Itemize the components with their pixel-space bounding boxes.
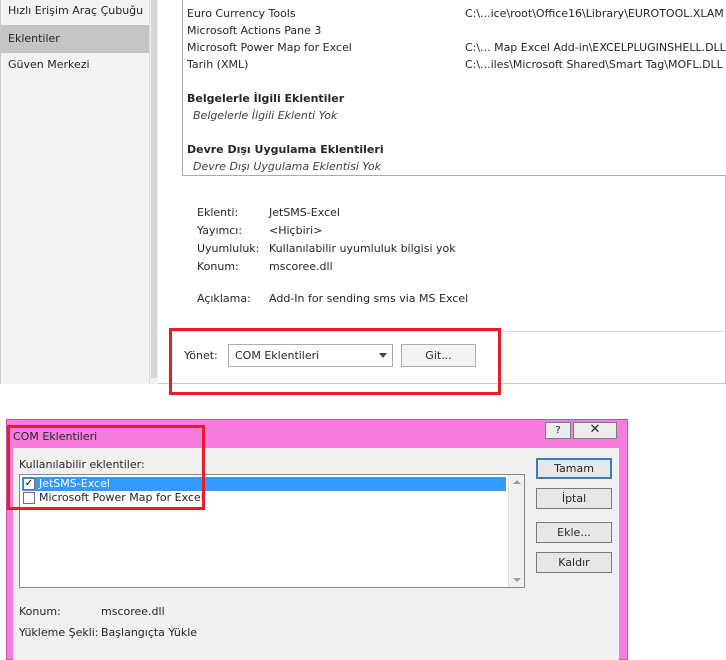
dialog-load-behavior: Yükleme Şekli: Başlangıçta Yükle bbox=[19, 626, 197, 639]
document-addins-empty: Belgelerle İlgili Eklenti Yok bbox=[193, 109, 338, 122]
list-item[interactable]: Microsoft Power Map for Excel C:\... Map… bbox=[187, 41, 726, 57]
detail-description: Açıklama: Add-In for sending sms via MS … bbox=[197, 292, 468, 305]
detail-compatibility: Uyumluluk: Kullanılabilir uyumluluk bilg… bbox=[197, 242, 456, 255]
nav-item-addins[interactable]: Eklentiler bbox=[1, 25, 149, 53]
addin-path: C:\...ice\root\Office16\Library\EUROTOOL… bbox=[465, 7, 724, 20]
addin-name: Microsoft Actions Pane 3 bbox=[187, 24, 322, 37]
detail-label: Açıklama: bbox=[197, 292, 251, 305]
nav-scrollbar[interactable] bbox=[149, 0, 158, 384]
dialog-location: Konum: mscoree.dll bbox=[19, 605, 165, 618]
addin-list: Euro Currency Tools C:\...ice\root\Offic… bbox=[182, 0, 726, 176]
options-nav: Hızlı Erişim Araç Çubuğu Eklentiler Güve… bbox=[1, 0, 149, 384]
listbox-scrollbar[interactable] bbox=[508, 475, 524, 587]
nav-item-quick-access-toolbar[interactable]: Hızlı Erişim Araç Çubuğu bbox=[1, 0, 149, 25]
remove-button[interactable]: Kaldır bbox=[536, 552, 612, 573]
addin-path: C:\...iles\Microsoft Shared\Smart Tag\MO… bbox=[465, 58, 723, 71]
info-label: Yükleme Şekli: bbox=[19, 626, 99, 639]
close-button[interactable]: ✕ bbox=[573, 422, 617, 439]
info-label: Konum: bbox=[19, 605, 61, 618]
nav-scrollbar-thumb[interactable] bbox=[151, 0, 157, 378]
cancel-button[interactable]: İptal bbox=[536, 488, 612, 509]
addin-name: Microsoft Power Map for Excel bbox=[187, 41, 352, 54]
detail-addin: Eklenti: JetSMS-Excel bbox=[197, 206, 340, 219]
list-item[interactable]: Tarih (XML) C:\...iles\Microsoft Shared\… bbox=[187, 58, 723, 74]
addin-path: C:\... Map Excel Add-in\EXCELPLUGINSHELL… bbox=[465, 41, 726, 54]
detail-label: Konum: bbox=[197, 260, 239, 273]
list-item[interactable]: Euro Currency Tools C:\...ice\root\Offic… bbox=[187, 7, 724, 23]
list-item[interactable]: Microsoft Actions Pane 3 bbox=[187, 24, 321, 40]
highlight-box-available-addins bbox=[7, 425, 205, 510]
info-value: mscoree.dll bbox=[101, 605, 165, 618]
info-value: Başlangıçta Yükle bbox=[101, 626, 198, 639]
nav-item-trust-center[interactable]: Güven Merkezi bbox=[1, 53, 149, 81]
detail-label: Eklenti: bbox=[197, 206, 239, 219]
detail-label: Yayımcı: bbox=[197, 224, 243, 237]
detail-value: Kullanılabilir uyumluluk bilgisi yok bbox=[269, 242, 456, 255]
add-button[interactable]: Ekle... bbox=[536, 522, 612, 543]
detail-location: Konum: mscoree.dll bbox=[197, 260, 333, 273]
detail-value: JetSMS-Excel bbox=[269, 206, 340, 219]
addin-name: Euro Currency Tools bbox=[187, 7, 296, 20]
document-addins-heading: Belgelerle İlgili Eklentiler bbox=[187, 92, 345, 105]
highlight-box-manage bbox=[169, 328, 501, 395]
detail-value: mscoree.dll bbox=[269, 260, 333, 273]
disabled-addins-heading: Devre Dışı Uygulama Eklentileri bbox=[187, 143, 384, 156]
scroll-down-icon[interactable] bbox=[513, 578, 521, 582]
detail-value: <Hiçbiri> bbox=[269, 224, 323, 237]
ok-button[interactable]: Tamam bbox=[536, 458, 612, 479]
excel-options-window: Hızlı Erişim Araç Çubuğu Eklentiler Güve… bbox=[0, 0, 726, 384]
addin-name: Tarih (XML) bbox=[187, 58, 249, 71]
help-button[interactable]: ? bbox=[545, 422, 571, 439]
detail-label: Uyumluluk: bbox=[197, 242, 260, 255]
scroll-up-icon[interactable] bbox=[513, 480, 521, 484]
detail-publisher: Yayımcı: <Hiçbiri> bbox=[197, 224, 322, 237]
disabled-addins-empty: Devre Dışı Uygulama Eklentisi Yok bbox=[193, 160, 381, 173]
detail-value: Add-In for sending sms via MS Excel bbox=[269, 292, 469, 305]
